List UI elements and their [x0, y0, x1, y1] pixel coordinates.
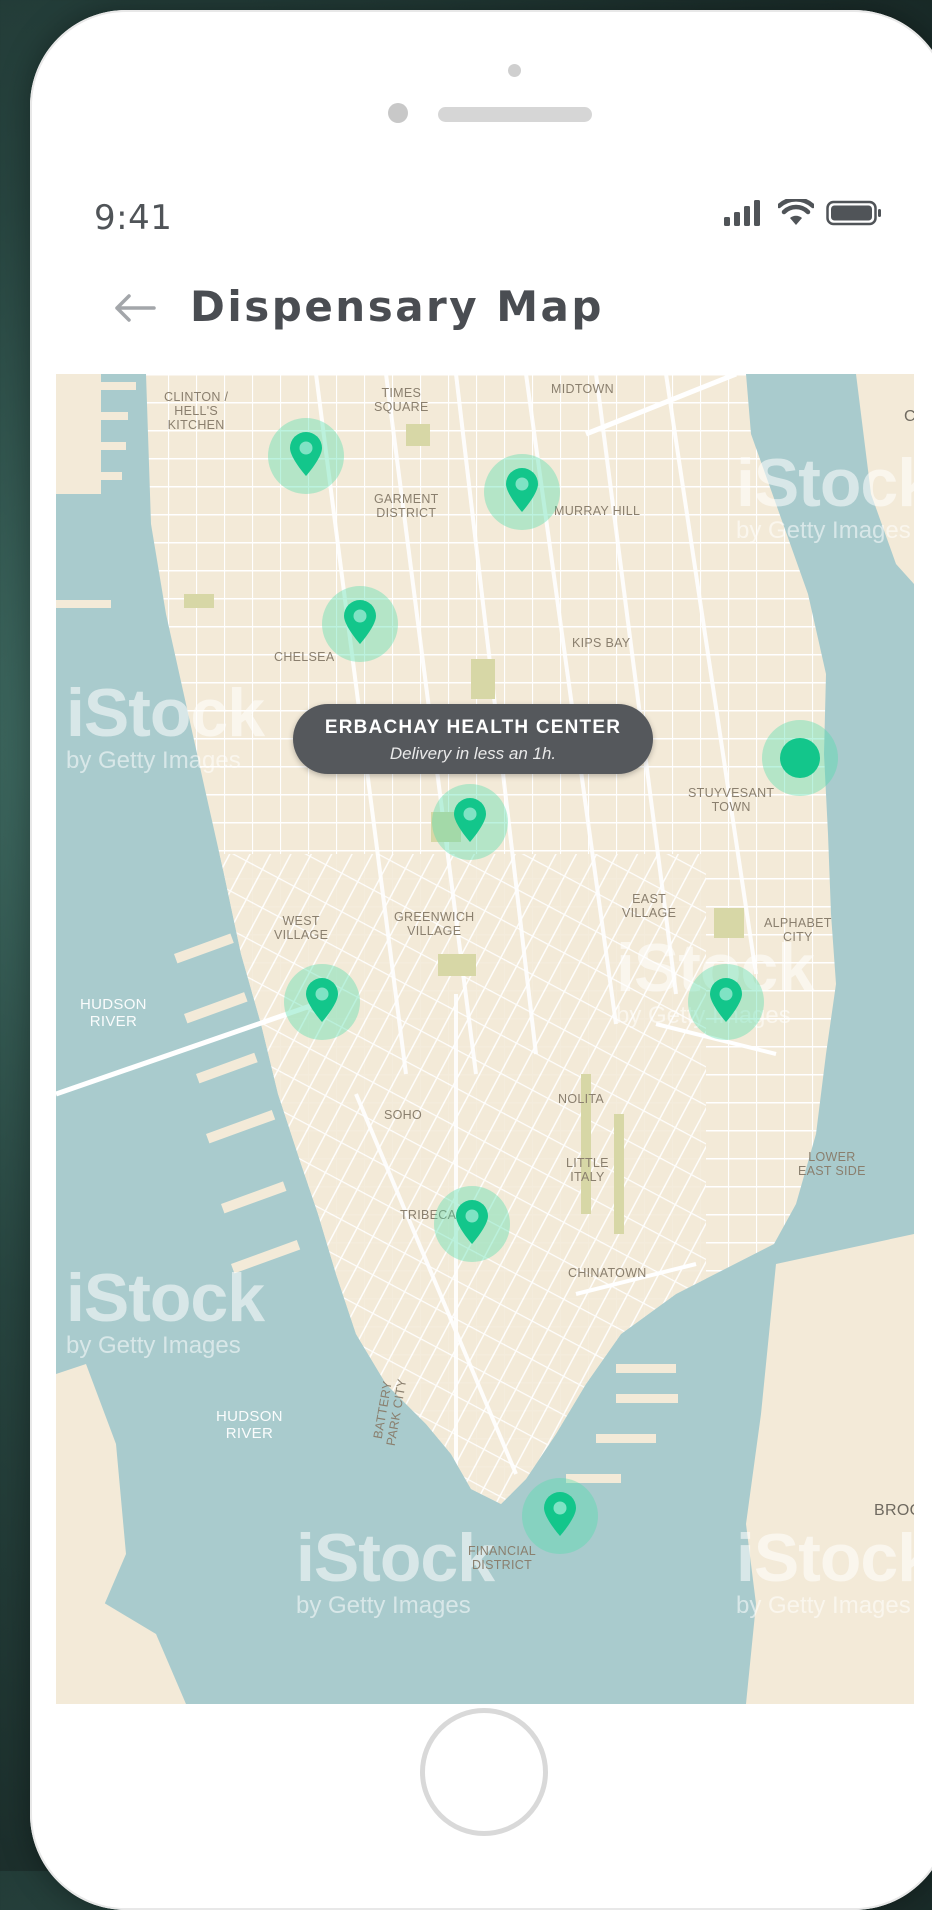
neighborhood-label: WEST VILLAGE — [274, 914, 329, 942]
page-title: Dispensary Map — [190, 282, 604, 331]
dispensary-marker[interactable] — [688, 964, 764, 1040]
current-location-dot — [762, 720, 838, 796]
map-pin-icon — [506, 468, 538, 512]
earpiece-speaker — [438, 107, 592, 122]
map-pin-icon — [290, 432, 322, 476]
neighborhood-label: CHELSEA — [274, 650, 335, 664]
neighborhood-label: GREENWICH VILLAGE — [394, 910, 475, 938]
map-base — [56, 374, 914, 1704]
edge-label: BROO — [874, 1502, 914, 1519]
neighborhood-label: MIDTOWN — [551, 382, 614, 396]
neighborhood-label: SOHO — [384, 1108, 423, 1122]
map-pin-icon — [344, 600, 376, 644]
neighborhood-label: LITTLE ITALY — [566, 1156, 609, 1184]
neighborhood-label: LOWER EAST SIDE — [798, 1150, 866, 1178]
water-label: HUDSON RIVER — [216, 1408, 283, 1442]
neighborhood-label: CLINTON / HELL'S KITCHEN — [164, 390, 229, 432]
dispensary-marker[interactable] — [322, 586, 398, 662]
dispensary-marker-selected[interactable] — [432, 784, 508, 860]
arrow-left-icon — [115, 294, 156, 322]
dispensary-marker[interactable] — [434, 1186, 510, 1262]
tooltip-subtitle: Delivery in less an 1h. — [389, 744, 557, 763]
status-icons — [724, 196, 882, 232]
map-pin-icon — [710, 978, 742, 1022]
neighborhood-label: FINANCIAL DISTRICT — [468, 1544, 536, 1572]
status-time: 9:41 — [94, 198, 173, 238]
neighborhood-label: TIMES SQUARE — [374, 386, 429, 414]
dispensary-map[interactable]: iStock by Getty Images iStock by Getty I… — [56, 374, 914, 1704]
tooltip-title: ERBACHAY HEALTH CENTER — [324, 717, 622, 738]
neighborhood-label: ALPHABET CITY — [764, 916, 832, 944]
dispensary-marker[interactable] — [484, 454, 560, 530]
home-button[interactable] — [420, 1708, 548, 1836]
dispensary-marker[interactable] — [284, 964, 360, 1040]
proximity-sensor — [388, 103, 408, 123]
back-button[interactable] — [112, 288, 158, 328]
dispensary-marker[interactable] — [268, 418, 344, 494]
neighborhood-label: MURRAY HILL — [554, 504, 641, 518]
dispensary-tooltip[interactable]: ERBACHAY HEALTH CENTER Delivery in less … — [293, 704, 653, 774]
dispensary-marker[interactable] — [522, 1478, 598, 1554]
map-pin-icon — [456, 1200, 488, 1244]
water-label: HUDSON RIVER — [80, 996, 147, 1030]
neighborhood-label: GARMENT DISTRICT — [374, 492, 439, 520]
wifi-icon — [776, 196, 816, 232]
neighborhood-label: EAST VILLAGE — [622, 892, 677, 920]
battery-icon — [826, 199, 882, 232]
neighborhood-label: KIPS BAY — [572, 636, 631, 650]
neighborhood-label: STUYVESANT TOWN — [688, 786, 775, 814]
map-pin-icon — [454, 798, 486, 842]
signal-icon — [724, 199, 766, 231]
edge-label: C — [904, 408, 914, 425]
neighborhood-label: NOLITA — [558, 1092, 605, 1106]
neighborhood-label: CHINATOWN — [568, 1266, 647, 1280]
map-pin-icon — [544, 1492, 576, 1536]
map-pin-icon — [306, 978, 338, 1022]
front-camera — [508, 64, 521, 77]
